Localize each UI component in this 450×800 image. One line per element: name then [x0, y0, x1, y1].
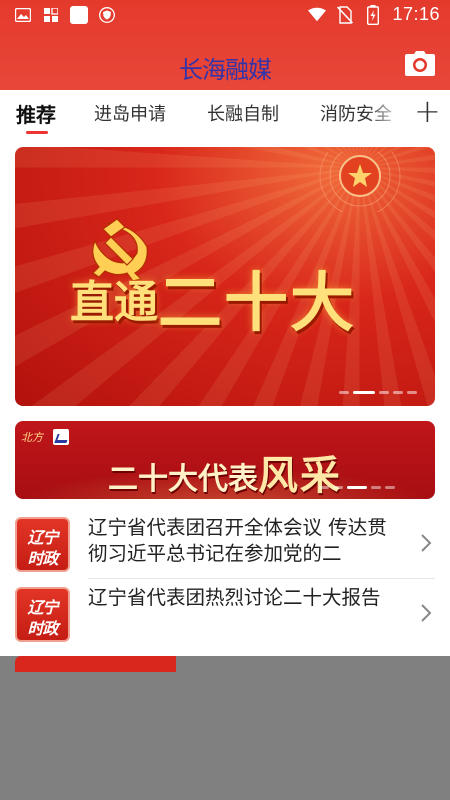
tab-island-entry[interactable]: 进岛申请: [94, 100, 166, 126]
no-sim-icon: [336, 5, 354, 24]
battery-charging-icon: [364, 4, 382, 25]
strip-dot: [371, 486, 381, 489]
active-tab-indicator: [26, 131, 48, 134]
banner-pagination: [339, 391, 417, 394]
strip-dot: [385, 486, 395, 489]
banner-dot: [379, 391, 389, 394]
channel-tabs: 推荐 进岛申请 长融自制 消防安全 +: [0, 90, 450, 135]
thumb-line2: 时政: [27, 619, 58, 638]
banner-title: 直通二十大: [70, 266, 356, 341]
strip-dot-active: [347, 486, 367, 489]
chevron-right-icon: [421, 604, 432, 622]
banner-dot-active: [353, 391, 375, 394]
banner-dot: [407, 391, 417, 394]
strip-dot: [333, 486, 343, 489]
promo-strip[interactable]: 北方 二十大代表风采: [15, 421, 435, 499]
tabs-fade: [366, 90, 406, 135]
app-logo: 长海融媒: [179, 56, 272, 84]
news-title: 辽宁省代表团召开全体会议 传达贯彻习近平总书记在参加党的二: [88, 516, 387, 565]
add-channel-button[interactable]: +: [406, 90, 450, 135]
next-card-partial[interactable]: [15, 656, 176, 672]
news-thumbnail: 辽宁 时政: [15, 517, 70, 572]
wifi-icon: [308, 6, 327, 24]
news-item[interactable]: 辽宁 时政 辽宁省代表团热烈讨论二十大报告: [0, 579, 450, 649]
banner-dot: [339, 391, 349, 394]
app-header: 17:16 长海融媒: [0, 0, 450, 90]
tab-recommend[interactable]: 推荐: [16, 99, 56, 128]
plus-icon: +: [414, 92, 441, 130]
image-icon: [14, 6, 32, 24]
tab-changrong-original[interactable]: 长融自制: [207, 100, 279, 126]
status-bar-left: [14, 6, 116, 24]
chevron-right-icon: [421, 534, 432, 552]
banner-dot: [393, 391, 403, 394]
thumb-line2: 时政: [27, 549, 58, 568]
star-emblem-icon: [319, 152, 401, 212]
status-time: 17:16: [392, 4, 440, 24]
news-thumbnail: 辽宁 时政: [15, 587, 70, 642]
strip-dot: [319, 486, 329, 489]
strip-title: 二十大代表风采: [108, 452, 342, 499]
news-item[interactable]: 辽宁 时政 辽宁省代表团召开全体会议 传达贯彻习近平总书记在参加党的二: [0, 509, 450, 579]
feed-content: 直通二十大 北方 二十大代表风采 辽宁 时政 辽宁省代表团召开全体会议 传达贯彻…: [0, 135, 450, 656]
shield-icon: [98, 6, 116, 24]
grid-icon: [42, 6, 60, 24]
news-title: 辽宁省代表团热烈讨论二十大报告: [88, 586, 381, 609]
hero-banner[interactable]: 直通二十大: [15, 147, 435, 406]
camera-button[interactable]: [404, 50, 436, 78]
camera-icon: [405, 51, 435, 76]
status-bar: 17:16: [0, 0, 450, 32]
square-icon: [70, 6, 88, 24]
status-bar-right: 17:16: [308, 4, 440, 25]
strip-pagination: [319, 486, 395, 489]
